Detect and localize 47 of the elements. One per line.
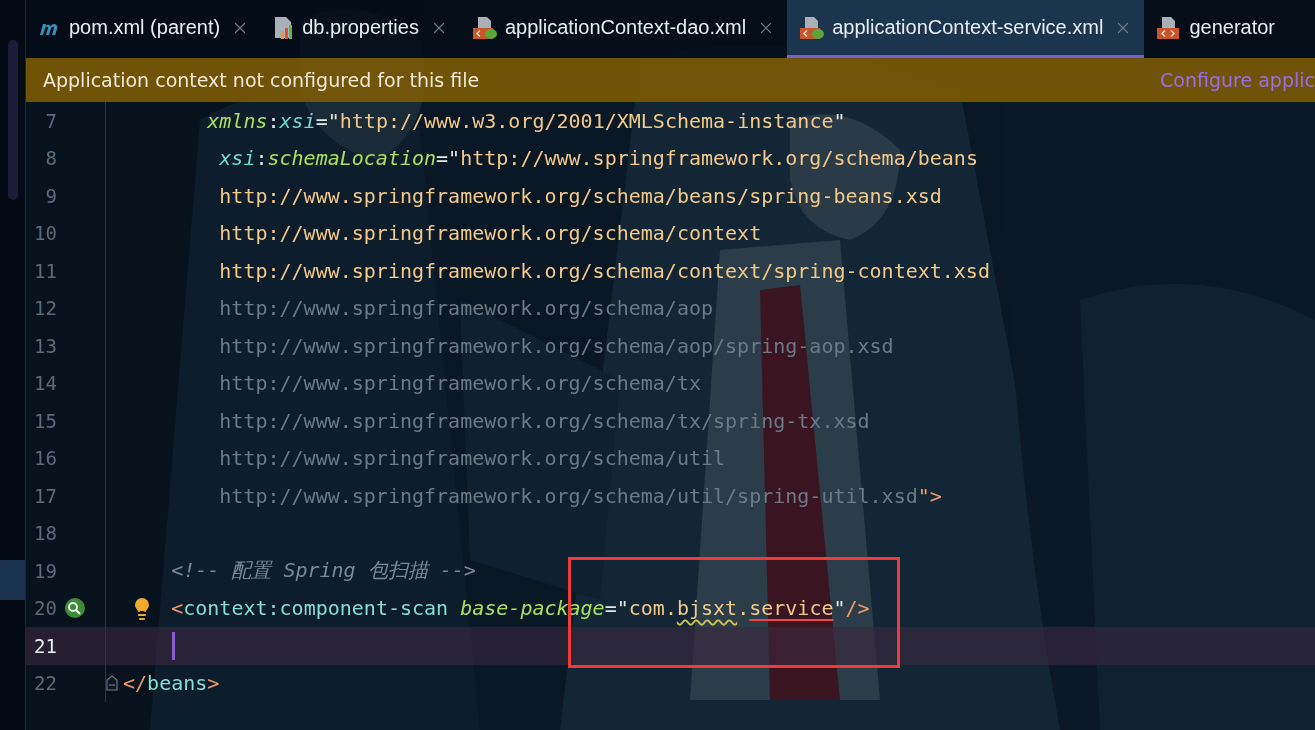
line-number: 14 [33, 372, 57, 395]
line-number: 11 [33, 259, 57, 282]
code-line: http://www.springframework.org/schema/beans/spring-beans.xsd [219, 183, 942, 208]
tab-label: generator [1189, 16, 1275, 39]
line-number: 12 [33, 297, 57, 320]
line-number: 10 [33, 222, 57, 245]
strip-highlight [0, 560, 25, 600]
code-line: http://www.springframework.org/schema/util/spring-util.xsd"> [219, 483, 942, 508]
editor-tab[interactable]: db.properties [261, 0, 460, 58]
editor-tab[interactable]: applicationContext-service.xml [787, 0, 1145, 58]
line-number: 16 [33, 447, 57, 470]
line-number: 17 [33, 484, 57, 507]
code-line: </beans> [123, 671, 220, 696]
line-number: 18 [33, 522, 57, 545]
code-line: xsi:schemaLocation="http://www.springframework.org/schema/beans [219, 146, 978, 171]
line-number: 7 [44, 109, 57, 132]
code-line: http://www.springframework.org/schema/tx [219, 371, 701, 396]
spring-xml-file-icon [799, 15, 826, 40]
line-number: 22 [33, 672, 57, 695]
line-number: 9 [44, 184, 57, 207]
bean-search-icon[interactable] [64, 597, 86, 620]
editor-tab[interactable]: generator [1144, 0, 1287, 58]
editor-tab[interactable]: pom.xml (parent) [26, 0, 262, 58]
text-cursor [172, 632, 175, 660]
line-number: 8 [44, 147, 57, 170]
fold-icon[interactable] [106, 675, 118, 692]
code-line: <!-- 配置 Spring 包扫描 --> [171, 557, 476, 585]
scroll-thumb[interactable] [7, 40, 18, 200]
editor-tab[interactable]: applicationContext-dao.xml [459, 0, 788, 58]
line-number: 20 [33, 597, 57, 620]
code-line: http://www.springframework.org/schema/context [219, 221, 762, 246]
code-line: http://www.springframework.org/schema/util [219, 446, 726, 471]
code-line: http://www.springframework.org/schema/tx/spring-tx.xsd [219, 408, 870, 433]
line-number: 19 [33, 559, 57, 582]
tab-label: applicationContext-service.xml [832, 16, 1104, 39]
line-number: 21 [33, 634, 57, 657]
spring-xml-file-icon [471, 15, 498, 40]
banner-message: Application context not configured for this file [43, 69, 480, 91]
code-line: http://www.springframework.org/schema/aop [219, 296, 713, 321]
code-line: http://www.springframework.org/schema/aop/spring-aop.xsd [219, 333, 894, 358]
code-line: http://www.springframework.org/schema/context/spring-context.xsd [219, 258, 990, 283]
tab-label: db.properties [302, 16, 419, 39]
tab-label: applicationContext-dao.xml [504, 16, 747, 39]
tab-label: pom.xml (parent) [69, 16, 221, 39]
line-number: 13 [33, 334, 57, 357]
code-line: xmlns:xsi="http://www.w3.org/2001/XMLSchema-instance" [207, 108, 846, 133]
line-number: 15 [33, 409, 57, 432]
